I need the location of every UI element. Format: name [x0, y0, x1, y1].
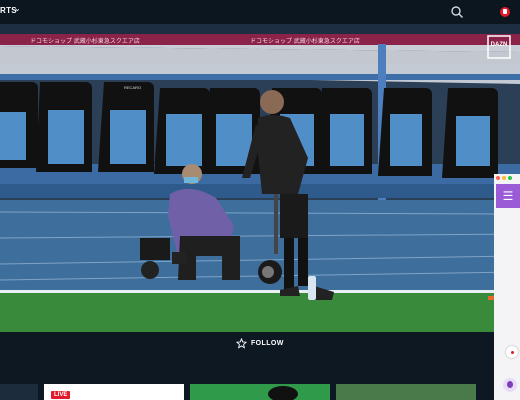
- ad-banner-right: ドコモショップ 武蔵小杉東急スクエア店: [250, 37, 360, 45]
- notification-icon[interactable]: [500, 7, 510, 17]
- notification-badge-icon[interactable]: [506, 346, 518, 358]
- content-rail: [0, 384, 520, 400]
- seat-brand-label: RECARO: [124, 85, 141, 90]
- top-nav-bar: [0, 0, 520, 24]
- ad-banner-left: ドコモショップ 武蔵小杉東急スクエア店: [30, 37, 140, 45]
- window-controls[interactable]: [496, 176, 512, 181]
- rail-card[interactable]: [190, 384, 330, 400]
- video-player[interactable]: ドコモショップ 武蔵小杉東急スクエア店 ドコモショップ 武蔵小杉東急スクエア店 …: [0, 24, 520, 332]
- chevron-down-icon[interactable]: ⌄: [14, 4, 21, 13]
- close-dot-icon[interactable]: [496, 176, 500, 180]
- follow-label: FOLLOW: [251, 339, 284, 347]
- dazn-logo: DAZN: [491, 42, 508, 48]
- search-icon[interactable]: [450, 5, 464, 19]
- follow-button[interactable]: FOLLOW: [236, 336, 284, 350]
- video-frame: ドコモショップ 武蔵小杉東急スクエア店 ドコモショップ 武蔵小杉東急スクエア店 …: [0, 24, 520, 332]
- hamburger-icon[interactable]: ☰: [496, 184, 520, 208]
- live-badge: LIVE: [51, 391, 71, 399]
- minimize-dot-icon[interactable]: [502, 176, 506, 180]
- star-icon: [236, 337, 247, 349]
- maximize-dot-icon[interactable]: [508, 176, 512, 180]
- avatar[interactable]: [503, 378, 517, 392]
- rail-card[interactable]: [0, 384, 38, 400]
- rail-card[interactable]: [336, 384, 476, 400]
- rail-card-thumb: [268, 386, 298, 400]
